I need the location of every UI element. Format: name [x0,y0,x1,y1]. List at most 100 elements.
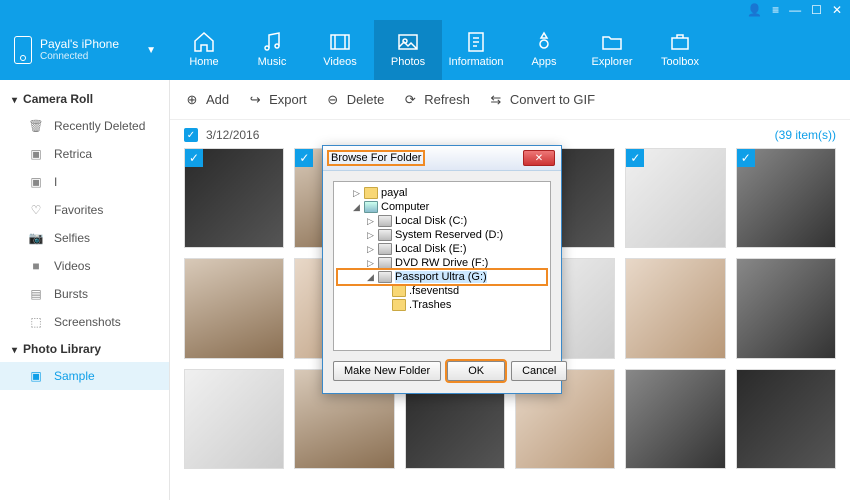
chevron-down-icon: ▼ [146,45,156,56]
sidebar-item-favorites[interactable]: ♡Favorites [0,196,169,224]
folder-tree[interactable]: ▷payal◢Computer▷Local Disk (C:)▷System R… [333,181,551,351]
app-header: Payal's iPhone Connected ▼ HomeMusicVide… [0,20,850,80]
ok-button[interactable]: OK [447,361,505,381]
thumbnail-checkbox[interactable]: ✓ [737,149,755,167]
user-icon[interactable]: 👤 [747,3,762,17]
toolbox-icon [668,32,692,52]
sidebar-item-screenshots[interactable]: ⬚Screenshots [0,308,169,336]
photo-thumbnail[interactable]: ✓ [736,148,836,248]
photo-thumbnail[interactable]: ✓ [625,148,725,248]
expand-icon[interactable]: ▷ [366,230,375,241]
sidebar-item-recently-deleted[interactable]: 🗑Recently Deleted [0,112,169,140]
device-name: Payal's iPhone [40,37,119,51]
expand-icon[interactable]: ▷ [366,258,375,269]
expand-icon[interactable]: ◢ [352,202,361,213]
toolbar: ⊕Add ↪Export ⊖Delete ⟳Refresh ⇆Convert t… [170,80,850,120]
tree-item--trashes[interactable]: .Trashes [338,298,546,312]
refresh-button[interactable]: ⟳Refresh [402,92,470,108]
tree-item-payal[interactable]: ▷payal [338,186,546,200]
select-all-checkbox[interactable]: ✓ [184,128,198,142]
trash-icon: 🗑 [28,119,44,133]
item-count[interactable]: (39 item(s)) [775,128,836,142]
sidebar-item-retrica[interactable]: ▣Retrica [0,140,169,168]
tab-apps[interactable]: Apps [510,20,578,80]
image-icon: ▣ [28,175,44,189]
tab-videos[interactable]: Videos [306,20,374,80]
minimize-icon[interactable]: — [789,3,801,17]
dialog-titlebar: Browse For Folder ✕ [323,146,561,171]
thumbnail-checkbox[interactable]: ✓ [295,149,313,167]
photo-thumbnail[interactable] [736,258,836,358]
date-label: 3/12/2016 [206,128,259,142]
tree-item--fseventsd[interactable]: .fseventsd [338,284,546,298]
tree-item-passport-ultra-g-[interactable]: ◢Passport Ultra (G:) [338,270,546,284]
sidebar-item-selfies[interactable]: 📷Selfies [0,224,169,252]
drive-icon [378,215,392,227]
dialog-close-button[interactable]: ✕ [523,150,555,166]
tree-item-computer[interactable]: ◢Computer [338,200,546,214]
browse-folder-dialog: Browse For Folder ✕ ▷payal◢Computer▷Loca… [322,145,562,394]
sidebar-item-i[interactable]: ▣I [0,168,169,196]
cancel-button[interactable]: Cancel [511,361,567,381]
expand-icon[interactable]: ▷ [366,244,375,255]
dialog-title: Browse For Folder [329,152,423,164]
tab-explorer[interactable]: Explorer [578,20,646,80]
device-selector[interactable]: Payal's iPhone Connected ▼ [0,36,170,64]
music-icon [260,32,284,52]
add-button[interactable]: ⊕Add [184,92,229,108]
photo-thumbnail[interactable] [184,369,284,469]
video-icon [328,32,352,52]
tab-music[interactable]: Music [238,20,306,80]
delete-button[interactable]: ⊖Delete [325,92,385,108]
photo-thumbnail[interactable] [184,258,284,358]
camera-icon: 📷 [28,231,44,245]
export-icon: ↪ [247,92,263,108]
sidebar-item-bursts[interactable]: ▤Bursts [0,280,169,308]
close-icon[interactable]: ✕ [832,3,842,17]
drive-icon [378,271,392,283]
thumbnail-checkbox[interactable]: ✓ [185,149,203,167]
photo-thumbnail[interactable] [736,369,836,469]
explorer-icon [600,32,624,52]
export-button[interactable]: ↪Export [247,92,307,108]
sidebar-item-sample[interactable]: ▣Sample [0,362,169,390]
expand-icon[interactable]: ◢ [366,272,375,283]
tab-information[interactable]: Information [442,20,510,80]
image-icon: ▣ [28,369,44,383]
thumbnail-checkbox[interactable]: ✓ [626,149,644,167]
sidebar-item-videos[interactable]: ■Videos [0,252,169,280]
drive-icon [378,243,392,255]
tab-home[interactable]: Home [170,20,238,80]
apps-icon [532,32,556,52]
sidebar-section-photo-library[interactable]: Photo Library [0,336,169,362]
menu-icon[interactable]: ≡ [772,3,779,17]
tree-item-local-disk-e-[interactable]: ▷Local Disk (E:) [338,242,546,256]
tree-item-dvd-rw-drive-f-[interactable]: ▷DVD RW Drive (F:) [338,256,546,270]
tree-item-local-disk-c-[interactable]: ▷Local Disk (C:) [338,214,546,228]
screen-icon: ⬚ [28,315,44,329]
convert-icon: ⇆ [488,92,504,108]
make-new-folder-button[interactable]: Make New Folder [333,361,441,381]
tree-item-system-reserved-d-[interactable]: ▷System Reserved (D:) [338,228,546,242]
heart-icon: ♡ [28,203,44,217]
maximize-icon[interactable]: ☐ [811,3,822,17]
burst-icon: ▤ [28,287,44,301]
drive-icon [378,229,392,241]
image-icon: ▣ [28,147,44,161]
info-icon [464,32,488,52]
expand-icon[interactable]: ▷ [352,188,361,199]
minus-icon: ⊖ [325,92,341,108]
photo-thumbnail[interactable] [625,369,725,469]
expand-icon[interactable]: ▷ [366,216,375,227]
home-icon [192,32,216,52]
phone-icon [14,36,32,64]
folder-icon [364,187,378,199]
sidebar-section-camera-roll[interactable]: Camera Roll [0,86,169,112]
tab-toolbox[interactable]: Toolbox [646,20,714,80]
tab-photos[interactable]: Photos [374,20,442,80]
photo-thumbnail[interactable] [625,258,725,358]
plus-icon: ⊕ [184,92,200,108]
drive-icon [378,257,392,269]
photo-thumbnail[interactable]: ✓ [184,148,284,248]
convert-gif-button[interactable]: ⇆Convert to GIF [488,92,595,108]
